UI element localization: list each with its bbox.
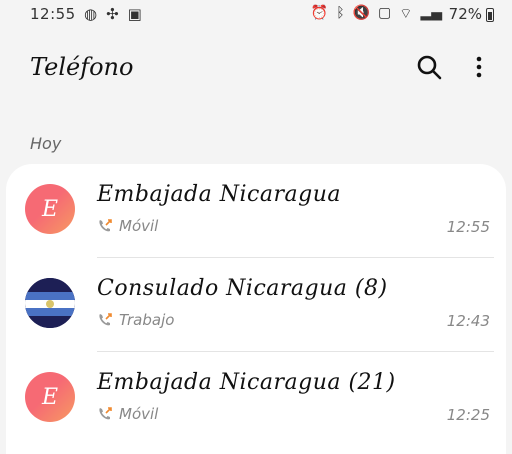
- call-log-item[interactable]: Consulado Nicaragua (8) Trabajo 12:43: [6, 258, 506, 352]
- call-type: Trabajo: [97, 311, 174, 329]
- outgoing-call-icon: [99, 219, 112, 232]
- search-button[interactable]: [416, 54, 442, 80]
- nicaragua-flag-icon: [25, 278, 75, 328]
- status-bar: 12:55 ◍ ✣ ▣ ⏰ ᛒ 🔇 ▢ ⌔ ▂▄ 72%: [0, 0, 512, 32]
- wifi-icon: ⌔: [399, 6, 413, 22]
- call-log-item[interactable]: E Embajada Nicaragua (21) Móvil 12:25: [6, 352, 506, 446]
- contact-name: Consulado Nicaragua (8): [97, 276, 388, 301]
- call-log-list: E Embajada Nicaragua Móvil 12:55 Consula…: [6, 164, 506, 454]
- signal-icon: ▂▄: [420, 5, 442, 21]
- avatar[interactable]: E: [25, 184, 75, 234]
- outgoing-call-icon: [99, 407, 112, 420]
- call-type: Móvil: [97, 217, 158, 235]
- call-log-item[interactable]: E Embajada Nicaragua Móvil 12:55: [6, 164, 506, 258]
- call-type: Móvil: [97, 405, 158, 423]
- status-right-icons: ⏰ ᛒ 🔇 ▢ ⌔ ▂▄: [311, 5, 442, 23]
- contact-name: Embajada Nicaragua: [97, 182, 341, 207]
- avatar-letter: E: [41, 384, 59, 410]
- section-header-today: Hoy: [30, 134, 62, 153]
- status-left-icons: ◍ ✣ ▣: [84, 5, 142, 23]
- call-type-label: Móvil: [119, 405, 159, 423]
- avatar-letter: E: [41, 196, 59, 222]
- call-time: 12:43: [446, 312, 490, 330]
- bluetooth-icon: ᛒ: [336, 5, 345, 21]
- battery-percent: 72%: [448, 5, 482, 23]
- pinwheel-icon: ✣: [106, 5, 119, 23]
- more-vertical-icon: [476, 56, 482, 78]
- gallery-icon: ▣: [127, 5, 142, 23]
- call-time: 12:55: [446, 218, 490, 236]
- more-options-button[interactable]: [470, 54, 488, 80]
- page-title: Teléfono: [30, 53, 134, 81]
- call-type-label: Trabajo: [119, 311, 175, 329]
- battery-icon: [486, 8, 494, 22]
- whatsapp-icon: ◍: [84, 5, 98, 23]
- avatar[interactable]: [25, 278, 75, 328]
- mute-icon: 🔇: [352, 5, 371, 21]
- avatar[interactable]: E: [25, 372, 75, 422]
- alarm-icon: ⏰: [310, 5, 329, 21]
- search-icon: [417, 55, 442, 80]
- contact-name: Embajada Nicaragua (21): [97, 370, 396, 395]
- outgoing-call-icon: [99, 313, 112, 326]
- app-bar: Teléfono: [0, 40, 512, 96]
- status-time: 12:55: [30, 5, 76, 23]
- nfc-icon: ▢: [378, 5, 392, 21]
- call-time: 12:25: [446, 406, 490, 424]
- call-type-label: Móvil: [119, 217, 159, 235]
